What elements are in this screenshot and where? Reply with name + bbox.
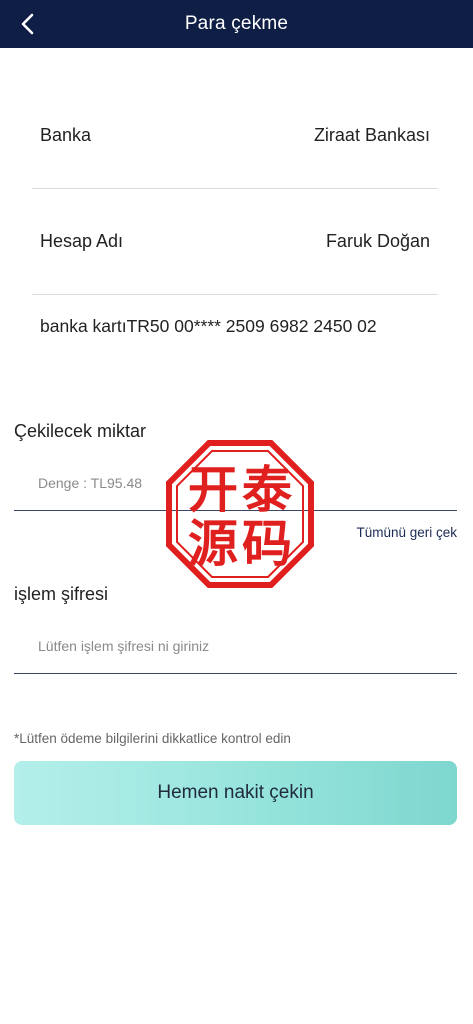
bank-card-number: banka kartıTR50 00**** 2509 6982 2450 02: [40, 316, 377, 336]
svg-text:源: 源: [188, 515, 238, 573]
withdraw-submit-button[interactable]: Hemen nakit çekin: [14, 761, 457, 825]
account-name-value: Faruk Doğan: [325, 231, 430, 251]
password-field: [14, 618, 457, 674]
app-header: Para çekme: [0, 0, 473, 48]
amount-field: [14, 455, 457, 511]
hint-text: *Lütfen ödeme bilgilerini dikkatlice kon…: [14, 731, 291, 746]
amount-label: Çekilecek miktar: [14, 421, 147, 441]
amount-input[interactable]: [38, 469, 438, 497]
account-name-label: Hesap Adı: [40, 231, 124, 251]
bank-row: Banka Ziraat Bankası: [32, 83, 438, 189]
password-label: işlem şifresi: [14, 584, 109, 604]
bank-value: Ziraat Bankası: [313, 125, 430, 145]
bank-label: Banka: [40, 125, 92, 145]
svg-text:码: 码: [242, 515, 292, 573]
page-title: Para çekme: [184, 13, 289, 34]
account-name-row: Hesap Adı Faruk Doğan: [32, 189, 438, 295]
password-input[interactable]: [38, 632, 438, 660]
withdraw-all-button[interactable]: Tümünü geri çek: [356, 525, 457, 540]
